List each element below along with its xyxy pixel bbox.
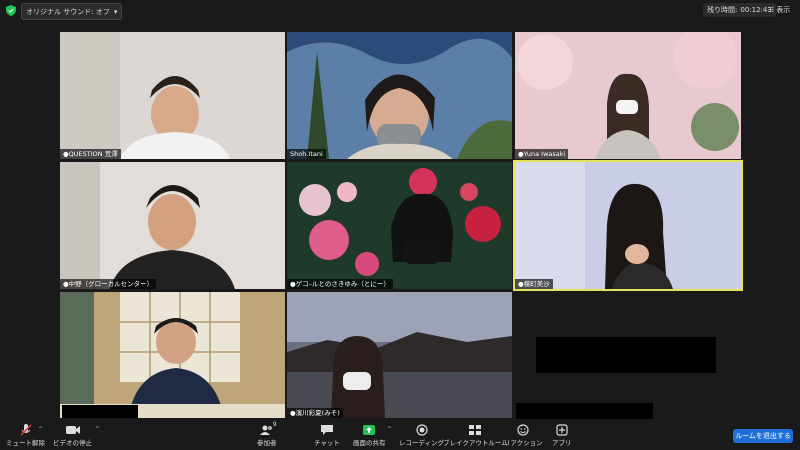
- record-icon: [413, 423, 431, 437]
- breakout-rooms-icon: [466, 423, 484, 437]
- view-label: 表示: [776, 6, 791, 14]
- participant-name: ●Yuna Iwasaki: [515, 149, 569, 159]
- breakout-label: ブレイクアウトルーム: [443, 439, 508, 447]
- chat-icon: [318, 423, 336, 437]
- top-bar: オリジナル サウンド: オフ ▾ 残り時間: 00:12:43 ☷ 表示: [0, 0, 800, 22]
- video-tile[interactable]: ●中野（グローカルセンター）: [60, 162, 285, 289]
- reactions-button[interactable]: リアクション: [504, 423, 543, 447]
- participants-icon: 9: [258, 421, 277, 437]
- time-remaining: 残り時間: 00:12:43: [703, 3, 776, 17]
- participant-video: [60, 292, 285, 418]
- participant-name: Shoh.Itani: [287, 149, 326, 159]
- video-label: ビデオの停止: [53, 439, 92, 447]
- caret-up-icon[interactable]: ^: [38, 426, 43, 433]
- participant-name: ●濱川彩夏(みそ): [287, 408, 343, 418]
- participant-name: ●中野（グローカルセンター）: [60, 279, 157, 289]
- participant-video: [287, 162, 512, 289]
- reactions-label: リアクション: [504, 439, 543, 447]
- share-screen-button[interactable]: 画面の共有: [353, 423, 386, 447]
- participant-video: [515, 162, 741, 289]
- participants-label: 参加者: [257, 439, 277, 447]
- breakout-rooms-button[interactable]: ブレイクアウトルーム: [443, 423, 508, 447]
- share-label: 画面の共有: [353, 439, 386, 447]
- original-sound-toggle[interactable]: オリジナル サウンド: オフ ▾: [21, 3, 123, 20]
- apps-button[interactable]: アプリ: [552, 423, 572, 447]
- participants-count: 9: [272, 421, 277, 428]
- timer-label: 残り時間:: [707, 6, 738, 14]
- shield-icon[interactable]: [6, 5, 16, 16]
- chat-button[interactable]: チャット: [314, 423, 340, 447]
- participant-video: [515, 32, 741, 159]
- participant-name: ●楳町美沙: [515, 279, 553, 289]
- participant-video: [287, 292, 512, 418]
- video-tile[interactable]: ●濱川彩夏(みそ): [287, 292, 512, 418]
- original-sound-label: オリジナル サウンド: オフ: [26, 7, 110, 16]
- share-screen-icon: [360, 423, 378, 437]
- video-tile-active-speaker[interactable]: ●楳町美沙: [513, 160, 743, 291]
- apps-icon: [553, 423, 571, 437]
- participant-video: [60, 32, 285, 159]
- participant-name: ●ゲコ–ルとのさきゆみ（とにー）: [287, 279, 393, 289]
- participants-button[interactable]: 9 参加者: [257, 421, 277, 447]
- redacted-box: [536, 337, 716, 373]
- record-label: レコーディング: [399, 439, 445, 447]
- caret-up-icon[interactable]: ^: [95, 426, 100, 433]
- video-tile[interactable]: Shoh.Itani: [287, 32, 512, 159]
- redacted-box: [516, 403, 653, 419]
- video-tile[interactable]: ●ゲコ–ルとのさきゆみ（とにー）: [287, 162, 512, 289]
- participant-name: ●QUESTION 荒澤: [60, 149, 121, 159]
- caret-up-icon[interactable]: ^: [387, 426, 392, 433]
- redacted-box: [62, 405, 138, 418]
- video-tile[interactable]: [60, 292, 285, 418]
- smiley-icon: [514, 423, 532, 437]
- chevron-down-icon: ▾: [113, 7, 118, 16]
- video-camera-icon: [64, 423, 82, 437]
- record-button[interactable]: レコーディング: [399, 423, 444, 447]
- meeting-toolbar: ミュート解除 ^ ビデオの停止 ^ 9 参加者 チャット 画面の共有 ^ レコー…: [0, 420, 800, 450]
- view-button[interactable]: ☷ 表示: [768, 3, 790, 17]
- participant-video: [60, 162, 285, 289]
- apps-label: アプリ: [552, 439, 572, 447]
- microphone-muted-icon: [17, 423, 35, 437]
- chat-label: チャット: [314, 439, 340, 447]
- video-tile[interactable]: ●QUESTION 荒澤: [60, 32, 285, 159]
- stop-video-button[interactable]: ビデオの停止: [53, 423, 92, 447]
- video-tile[interactable]: ●Yuna Iwasaki: [515, 32, 741, 159]
- grid-icon: ☷: [768, 6, 775, 14]
- participant-video: [287, 32, 512, 159]
- leave-room-button[interactable]: ルームを退出する: [733, 429, 793, 443]
- mute-label: ミュート解除: [6, 439, 45, 447]
